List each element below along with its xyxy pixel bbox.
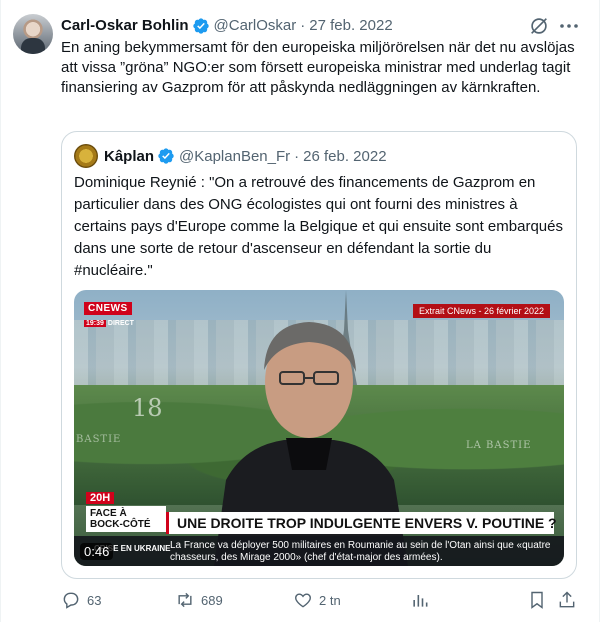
header-separator: · xyxy=(300,17,306,34)
verified-badge-icon xyxy=(192,18,209,34)
tweet-text: En aning bekymmersamt för den europeiska… xyxy=(61,39,575,96)
tweet-date[interactable]: 27 feb. 2022 xyxy=(309,16,392,36)
extrait-label: Extrait CNews - 26 février 2022 xyxy=(412,304,550,318)
quoted-tweet-date: 26 feb. 2022 xyxy=(303,147,387,165)
video-background-number: 18 xyxy=(132,394,163,422)
show-name: FACE À BOCK-CÔTÉ xyxy=(86,506,166,532)
video-background-text-left: BASTIE xyxy=(76,434,122,445)
clock-time: 19:39 xyxy=(84,320,106,327)
retweet-button[interactable]: 689 xyxy=(175,586,223,614)
video-headline: UNE DROITE TROP INDULGENTE ENVERS V. POU… xyxy=(166,512,557,534)
retweet-icon xyxy=(178,592,192,608)
quoted-tweet-text: Dominique Reynié : "On a retrouvé des fi… xyxy=(74,174,563,279)
author-avatar[interactable] xyxy=(13,14,53,54)
verified-badge-icon xyxy=(158,148,174,164)
author-name[interactable]: Carl-Oskar Bohlin xyxy=(61,16,189,36)
more-options-icon[interactable] xyxy=(557,16,581,36)
analytics-icon xyxy=(413,595,428,607)
reply-icon xyxy=(63,592,79,609)
quoted-tweet-header: Kâplan @KaplanBen_Fr · 26 feb. 2022 xyxy=(104,145,387,167)
ticker-text: La France va déployer 500 militaires en … xyxy=(170,540,551,563)
reply-count: 63 xyxy=(87,592,102,608)
news-ticker: CRISE EN UKRAINE La France va déployer 5… xyxy=(74,536,564,566)
video-duration: 0:46 xyxy=(80,543,114,560)
quoted-author-name: Kâplan xyxy=(104,147,155,165)
quoted-tweet[interactable]: Kâplan @KaplanBen_Fr · 26 feb. 2022 Domi… xyxy=(61,131,577,579)
channel-logo: CNEWS xyxy=(84,302,132,315)
tweet-header: Carl-Oskar Bohlin @CarlOskar · 27 feb. 2… xyxy=(61,16,393,36)
quoted-header-separator: · xyxy=(294,147,300,165)
share-icon xyxy=(559,591,575,608)
like-button[interactable]: 2 tn xyxy=(293,586,341,614)
heart-icon xyxy=(295,593,311,608)
like-count: 2 tn xyxy=(319,592,341,608)
show-time: 20H xyxy=(86,492,115,504)
reply-button[interactable]: 63 xyxy=(61,586,101,614)
video-background-text-right: LA BASTIE xyxy=(466,440,532,451)
author-handle[interactable]: @CarlOskar xyxy=(214,16,297,36)
quoted-author-avatar xyxy=(74,144,98,168)
bookmark-button[interactable] xyxy=(527,586,547,614)
live-clock: 19:39 DIRECT xyxy=(84,320,134,327)
share-button[interactable] xyxy=(557,586,577,614)
video-player[interactable]: 18 LA BASTIE BASTIE CNEWS 19:39 DIRECT Ex… xyxy=(74,290,564,566)
clock-label: DIRECT xyxy=(107,320,134,327)
grok-icon[interactable] xyxy=(528,15,550,37)
tweet-actions: 63 689 2 tn xyxy=(61,586,581,614)
bookmark-icon xyxy=(531,591,543,609)
views-button[interactable] xyxy=(410,586,430,614)
retweet-count: 689 xyxy=(201,592,223,608)
tweet[interactable]: Carl-Oskar Bohlin @CarlOskar · 27 feb. 2… xyxy=(0,0,600,622)
quoted-author-handle: @KaplanBen_Fr xyxy=(179,147,291,165)
